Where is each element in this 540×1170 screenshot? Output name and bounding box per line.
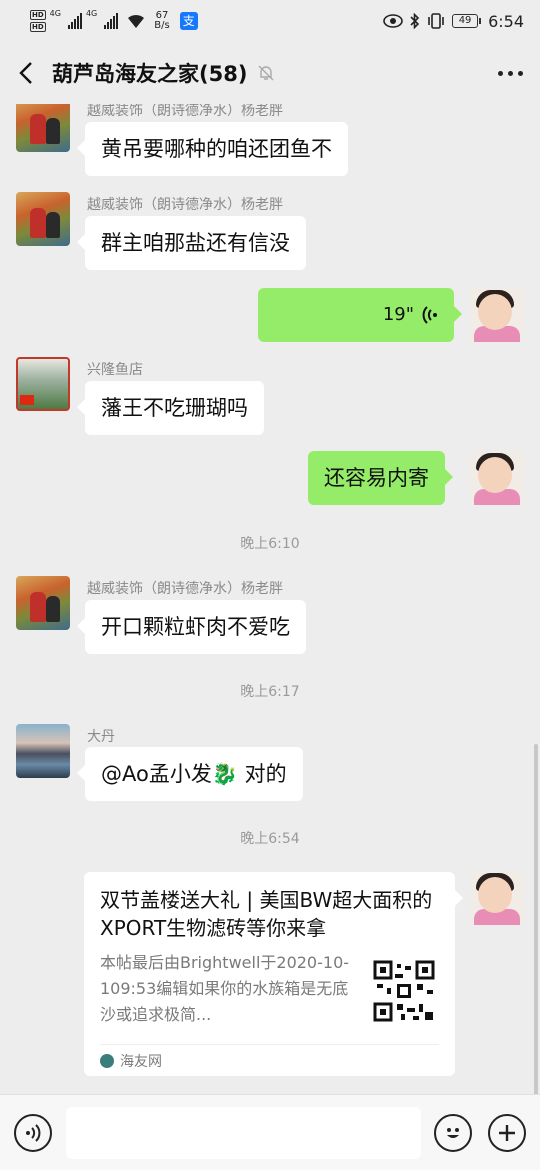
alipay-icon: 支	[179, 12, 198, 30]
sender-name: 越威装饰（朗诗德净水）杨老胖	[87, 104, 283, 119]
sim1-network-label: 4G	[49, 9, 61, 18]
timestamp: 晚上6:17	[240, 684, 300, 700]
message-bubble[interactable]: @Ao孟小发🐉 对的	[77, 747, 303, 801]
eye-icon	[383, 14, 403, 28]
sender-name: 大丹	[87, 729, 115, 745]
vibrate-icon	[428, 13, 444, 29]
message-input[interactable]	[66, 1107, 421, 1159]
avatar[interactable]	[16, 192, 70, 246]
input-bar	[0, 1094, 540, 1170]
avatar[interactable]	[16, 576, 70, 630]
link-card[interactable]: 双节盖楼送大礼 | 美国BW超大面积的XPORT生物滤砖等你来拿 本帖最后由Br…	[84, 872, 463, 1076]
my-avatar[interactable]	[470, 451, 524, 505]
link-card-source: 海友网	[100, 1044, 439, 1071]
hd-indicator: HD HD	[30, 10, 46, 32]
avatar[interactable]	[16, 357, 70, 411]
link-card-source-name: 海友网	[120, 1054, 162, 1070]
source-logo-icon	[100, 1054, 114, 1068]
voice-duration: 19"	[382, 304, 414, 325]
sender-name: 兴隆鱼店	[87, 362, 143, 378]
back-button[interactable]	[0, 42, 52, 104]
chat-title: 葫芦岛海友之家(58)	[52, 62, 248, 86]
status-bar: HD HD 4G 4G 67 B/s 支 49 6:54	[0, 0, 540, 42]
timestamp: 晚上6:54	[240, 831, 300, 847]
wifi-icon	[128, 14, 145, 28]
voice-wave-icon	[422, 306, 437, 324]
battery-icon: 49	[452, 14, 482, 28]
clock: 6:54	[488, 11, 524, 31]
signal-icon	[104, 13, 119, 29]
timestamp: 晚上6:10	[240, 536, 300, 552]
scrollbar[interactable]	[534, 744, 538, 1094]
message-bubble[interactable]: 群主咱那盐还有信没	[77, 216, 306, 270]
network-speed: 67 B/s	[154, 10, 170, 31]
link-card-description: 本帖最后由Brightwell于2020-10-109:53编辑如果你的水族箱是…	[100, 953, 350, 1024]
avatar[interactable]	[16, 724, 70, 778]
bluetooth-icon	[410, 13, 420, 29]
message-list[interactable]: 越威装饰（朗诗德净水）杨老胖 黄吊要哪种的咱还团鱼不 越威装饰（朗诗德净水）杨老…	[0, 104, 540, 1094]
chat-header: 葫芦岛海友之家(58)	[0, 42, 540, 104]
avatar[interactable]	[16, 104, 70, 152]
more-options-button[interactable]	[480, 42, 540, 104]
message-bubble[interactable]: 藩王不吃珊瑚吗	[77, 381, 264, 435]
chevron-left-icon	[19, 62, 32, 84]
emoji-button[interactable]	[434, 1114, 472, 1152]
link-card-title: 双节盖楼送大礼 | 美国BW超大面积的XPORT生物滤砖等你来拿	[100, 888, 433, 940]
signal-icon	[67, 13, 82, 29]
smile-icon	[447, 1128, 459, 1138]
qr-code-icon	[373, 960, 435, 1022]
dot-icon	[497, 70, 503, 76]
mute-bell-icon	[258, 65, 274, 81]
message-bubble[interactable]: 开口颗粒虾肉不爱吃	[77, 600, 306, 654]
my-avatar[interactable]	[470, 288, 524, 342]
message-bubble[interactable]: 还容易内寄	[308, 451, 453, 505]
sender-name: 越威装饰（朗诗德净水）杨老胖	[87, 197, 283, 213]
more-functions-button[interactable]	[488, 1114, 526, 1152]
sim2-network-label: 4G	[85, 9, 98, 18]
voice-wave-icon	[26, 1124, 41, 1142]
sender-name: 越威装饰（朗诗德净水）杨老胖	[87, 581, 283, 597]
message-bubble[interactable]: 黄吊要哪种的咱还团鱼不	[77, 122, 348, 176]
dot-icon	[517, 70, 523, 76]
voice-message-bubble[interactable]: 19"	[258, 288, 462, 342]
my-avatar[interactable]	[470, 871, 524, 925]
voice-input-button[interactable]	[14, 1114, 52, 1152]
plus-icon	[499, 1125, 515, 1141]
dot-icon	[507, 70, 513, 76]
